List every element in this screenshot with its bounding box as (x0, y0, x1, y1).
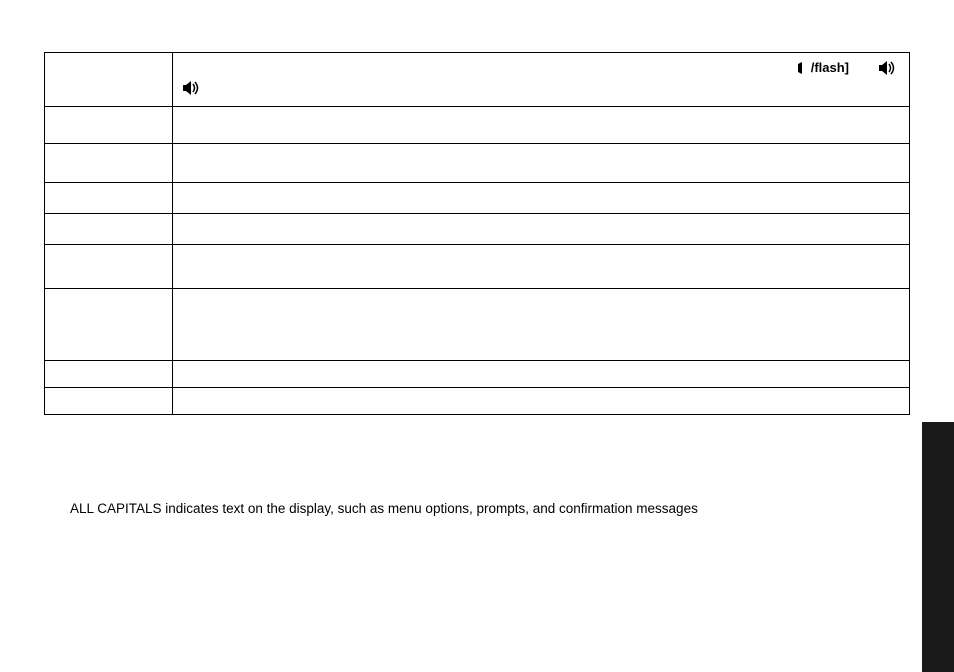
table-row (45, 245, 910, 289)
cell-desc (173, 183, 910, 214)
cell-feature (45, 361, 173, 388)
footnote-text: ALL CAPITALS indicates text on the displ… (44, 501, 910, 516)
header-flash-text: /flash] (811, 59, 849, 77)
speaker-icon (183, 81, 203, 95)
cell-feature (45, 245, 173, 289)
table-row (45, 144, 910, 183)
table-row (45, 289, 910, 361)
speaker-icon (879, 61, 899, 75)
cell-feature (45, 107, 173, 144)
header-flash-prefix-icon (795, 61, 805, 75)
cell-feature (45, 144, 173, 183)
cell-desc (173, 361, 910, 388)
header-col1: Feature (45, 53, 173, 107)
cell-desc (173, 214, 910, 245)
cell-desc (173, 245, 910, 289)
cell-desc (173, 388, 910, 415)
cell-feature (45, 388, 173, 415)
table-row (45, 107, 910, 144)
cell-feature (45, 183, 173, 214)
cell-feature (45, 214, 173, 245)
page-edge-tab (922, 422, 954, 672)
cell-desc (173, 107, 910, 144)
cell-desc (173, 289, 910, 361)
table-header-row: Feature /flash] (45, 53, 910, 107)
table-row (45, 183, 910, 214)
table-row (45, 361, 910, 388)
header-col2: /flash] (173, 53, 910, 107)
cell-desc (173, 144, 910, 183)
feature-table: Feature /flash] (44, 52, 910, 415)
table-row (45, 388, 910, 415)
cell-feature (45, 289, 173, 361)
table-row (45, 214, 910, 245)
